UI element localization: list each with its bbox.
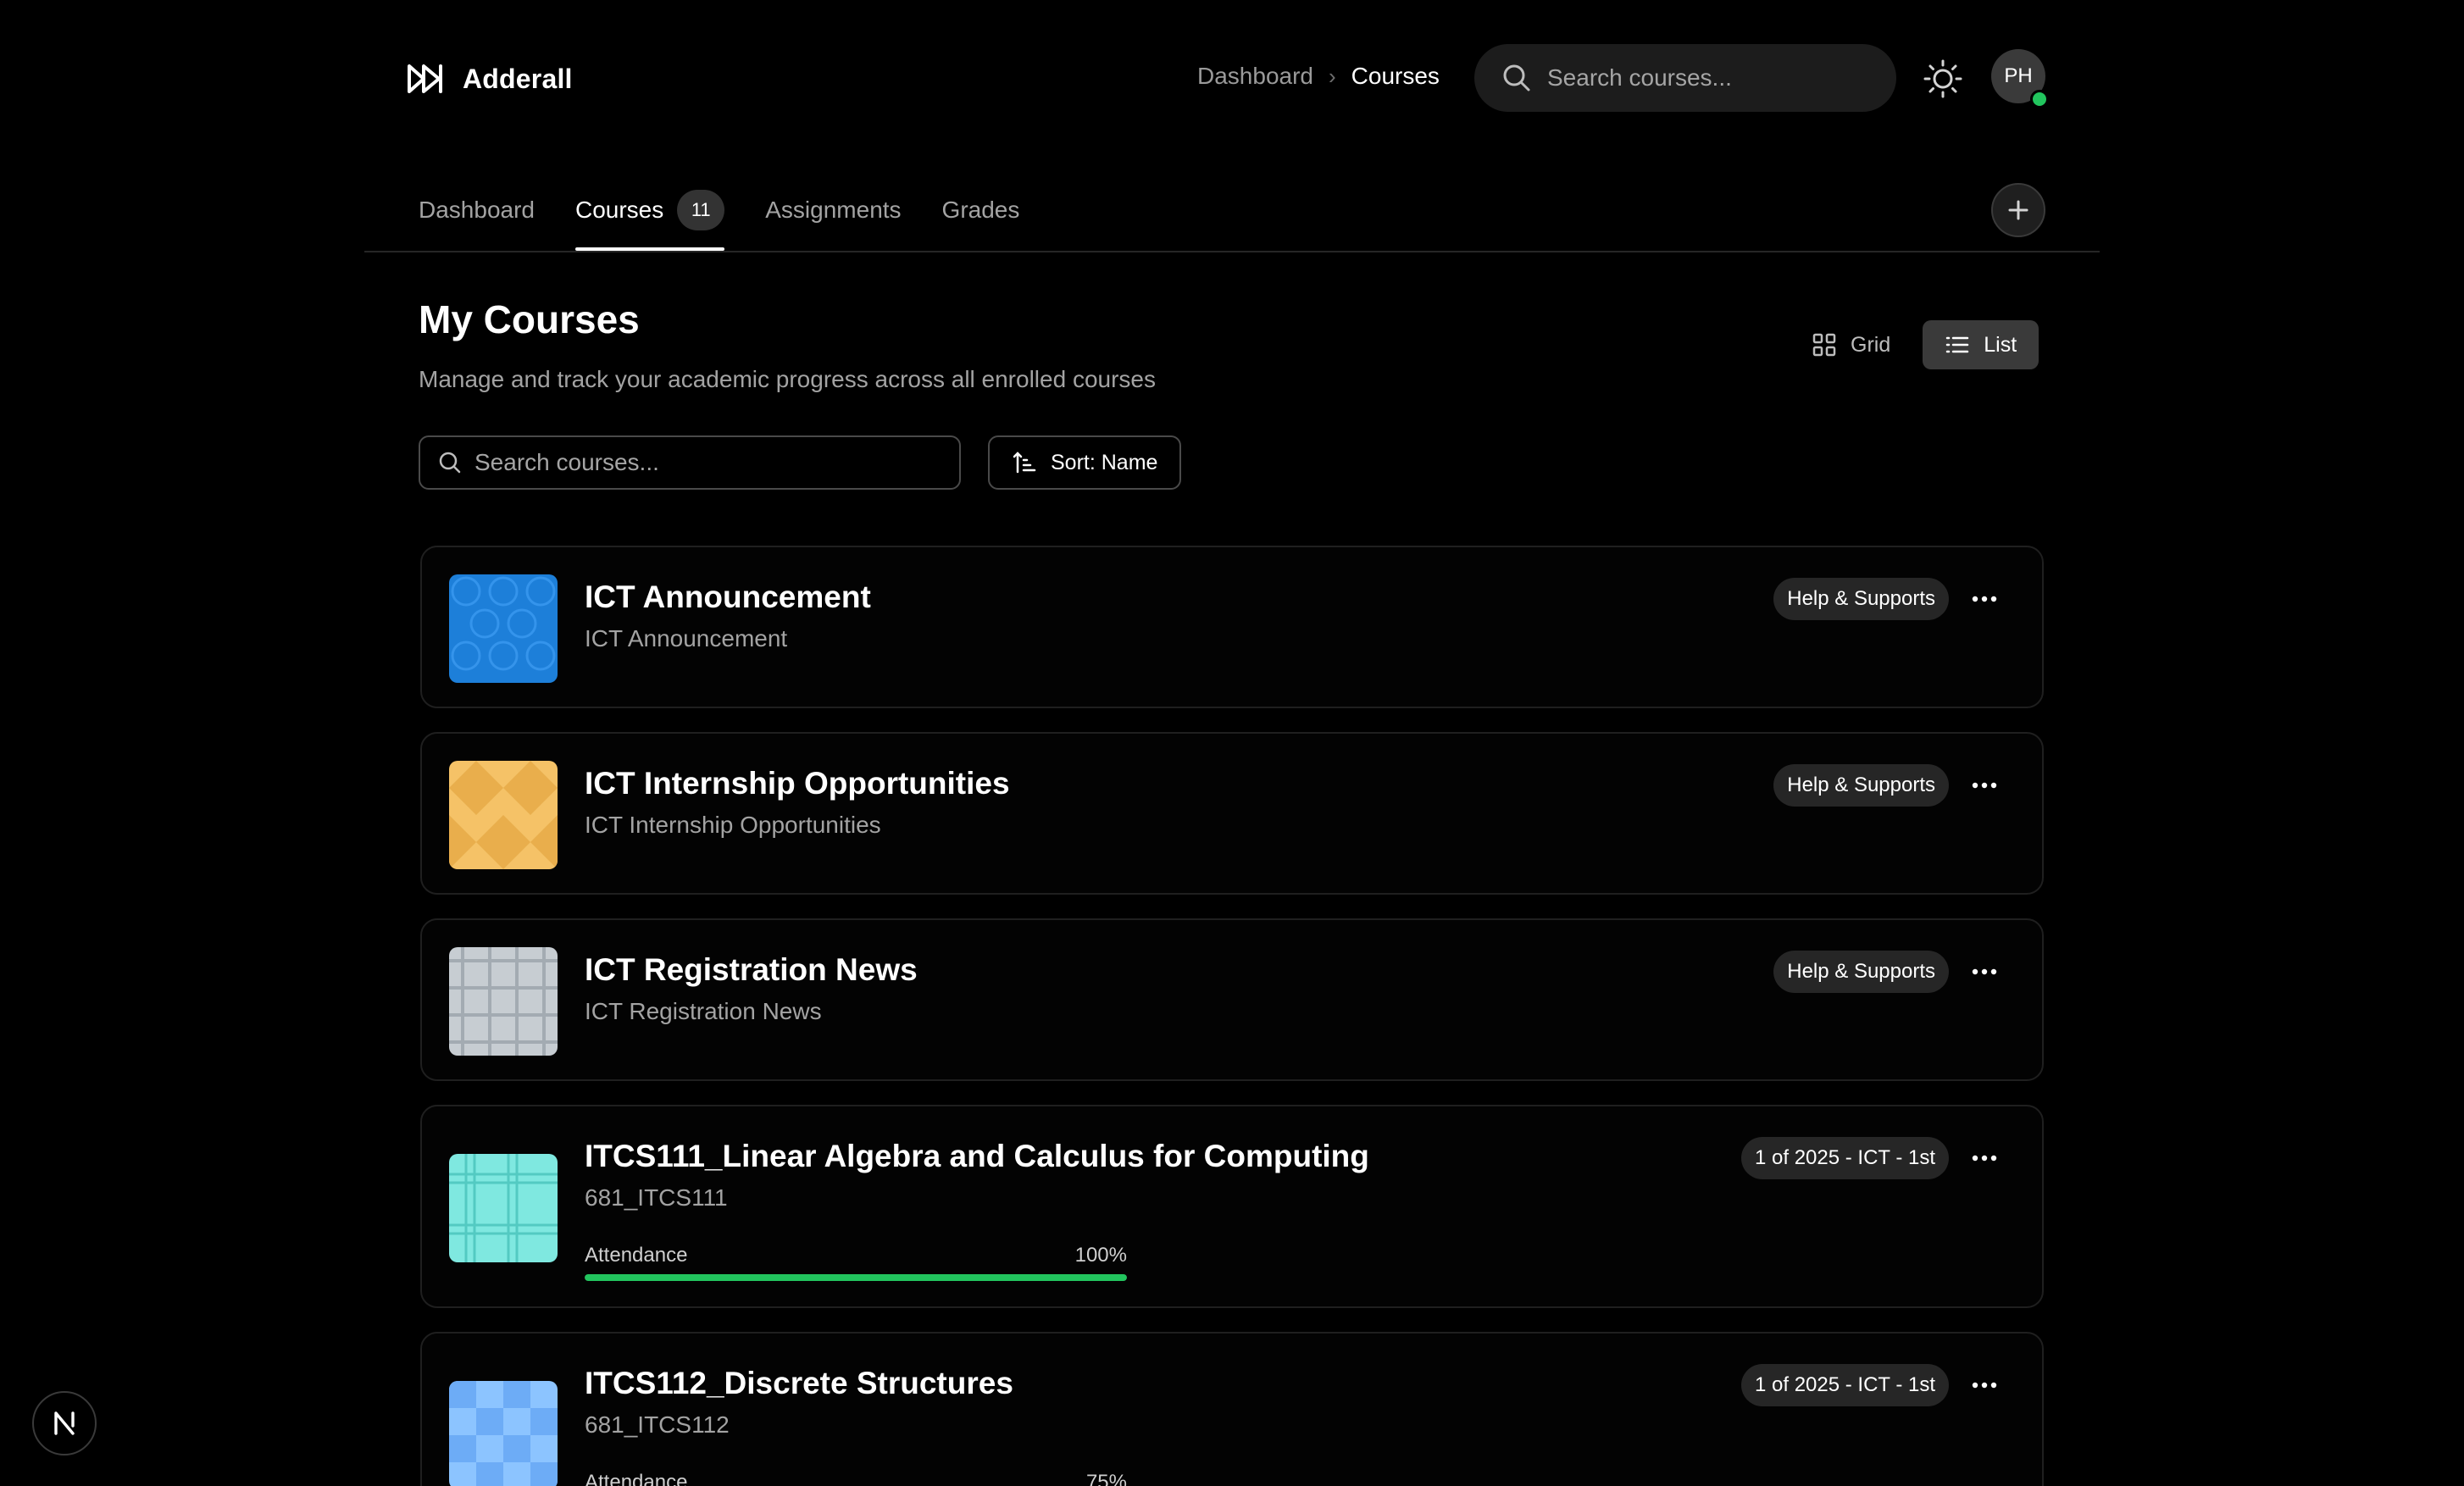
view-toggle: Grid List: [1790, 320, 2039, 369]
course-thumbnail: [449, 574, 558, 683]
global-search-input[interactable]: [1547, 64, 1886, 91]
page-title: My Courses: [419, 297, 640, 341]
course-thumbnail: [449, 1381, 558, 1486]
course-title[interactable]: ITCS112_Discrete Structures: [585, 1366, 1013, 1401]
grid-view-label: Grid: [1851, 332, 1891, 357]
tab-courses-label: Courses: [574, 197, 664, 223]
main-tabs: Dashboard Courses 11 Assignments Grades: [419, 186, 1060, 251]
theme-toggle-button[interactable]: [1922, 58, 1964, 100]
course-code: 681_ITCS111: [585, 1184, 728, 1211]
tabs-divider: [364, 251, 2100, 252]
more-options-icon[interactable]: [1967, 774, 2001, 796]
course-category-badge: Help & Supports: [1773, 764, 1949, 807]
list-view-label: List: [1984, 332, 2017, 357]
course-card[interactable]: ICT Registration News ICT Registration N…: [420, 918, 2044, 1081]
course-thumbnail: [449, 1154, 558, 1262]
attendance-percent: 100%: [1074, 1244, 1127, 1267]
course-card[interactable]: ITCS112_Discrete Structures 681_ITCS112 …: [420, 1332, 2044, 1486]
course-thumbnail: [449, 947, 558, 1056]
tab-courses[interactable]: Courses 11: [574, 186, 725, 251]
course-thumbnail: [449, 761, 558, 869]
app-name: Adderall: [463, 63, 573, 94]
sort-button[interactable]: Sort: Name: [988, 435, 1182, 490]
n-logo-icon: [54, 1411, 75, 1435]
courses-count-badge: 11: [677, 190, 725, 230]
search-icon: [1503, 64, 1530, 91]
fast-forward-logo-icon: [408, 64, 442, 93]
tab-assignments-label: Assignments: [765, 197, 902, 223]
course-code: ICT Registration News: [585, 998, 822, 1024]
attendance-progress-bar: [585, 1274, 1127, 1281]
attendance-progress-fill: [585, 1274, 1127, 1281]
sort-ascending-icon: [1013, 452, 1036, 474]
breadcrumb-courses: Courses: [1351, 63, 1440, 89]
more-options-icon[interactable]: [1967, 1147, 2001, 1169]
chevron-right-icon: ›: [1328, 63, 1336, 89]
more-options-icon[interactable]: [1967, 1374, 2001, 1396]
course-search-input[interactable]: [474, 449, 949, 476]
course-title[interactable]: ICT Announcement: [585, 579, 871, 615]
tab-dashboard[interactable]: Dashboard: [419, 186, 535, 234]
plus-icon: [2008, 200, 2028, 220]
tab-dashboard-label: Dashboard: [419, 197, 535, 223]
course-card[interactable]: ICT Internship Opportunities ICT Interns…: [420, 732, 2044, 895]
semester-badge: 1 of 2025 - ICT - 1st: [1741, 1137, 1949, 1179]
breadcrumb: Dashboard › Courses: [1197, 63, 1440, 90]
sort-label: Sort: Name: [1051, 450, 1158, 474]
course-category-badge: Help & Supports: [1773, 951, 1949, 993]
course-card[interactable]: ITCS111_Linear Algebra and Calculus for …: [420, 1105, 2044, 1308]
grid-view-button[interactable]: Grid: [1790, 320, 1912, 369]
tab-grades[interactable]: Grades: [942, 186, 1020, 234]
more-options-icon[interactable]: [1967, 588, 2001, 610]
breadcrumb-dashboard[interactable]: Dashboard: [1197, 63, 1313, 90]
online-status-dot: [2030, 90, 2049, 108]
course-title[interactable]: ITCS111_Linear Algebra and Calculus for …: [585, 1139, 1369, 1174]
user-initials: PH: [2004, 64, 2033, 87]
attendance-label: Attendance: [585, 1244, 688, 1267]
list-view-button[interactable]: List: [1923, 320, 2039, 369]
tab-assignments[interactable]: Assignments: [765, 186, 901, 234]
page-subtitle: Manage and track your academic progress …: [419, 366, 1156, 392]
add-button[interactable]: [1991, 183, 2045, 237]
course-title[interactable]: ICT Registration News: [585, 952, 918, 988]
next-dev-indicator-button[interactable]: [32, 1391, 97, 1456]
semester-badge: 1 of 2025 - ICT - 1st: [1741, 1364, 1949, 1406]
list-icon: [1945, 336, 1969, 353]
course-card[interactable]: ICT Announcement ICT Announcement Help &…: [420, 546, 2044, 708]
course-search[interactable]: [419, 435, 961, 490]
search-icon: [439, 452, 461, 474]
grid-icon: [1812, 333, 1836, 357]
attendance-label: Attendance: [585, 1471, 688, 1486]
app-logo[interactable]: Adderall: [405, 59, 573, 98]
attendance-percent: 75%: [1085, 1471, 1127, 1486]
more-options-icon[interactable]: [1967, 961, 2001, 983]
course-category-badge: Help & Supports: [1773, 578, 1949, 620]
tab-grades-label: Grades: [941, 197, 1020, 223]
course-code: 681_ITCS112: [585, 1411, 730, 1438]
sun-icon: [1923, 59, 1962, 98]
course-title[interactable]: ICT Internship Opportunities: [585, 766, 1010, 801]
app-page: Adderall Dashboard › Courses PH: [0, 0, 2464, 1486]
course-code: ICT Internship Opportunities: [585, 812, 881, 838]
global-search[interactable]: [1474, 44, 1896, 112]
course-code: ICT Announcement: [585, 625, 788, 652]
